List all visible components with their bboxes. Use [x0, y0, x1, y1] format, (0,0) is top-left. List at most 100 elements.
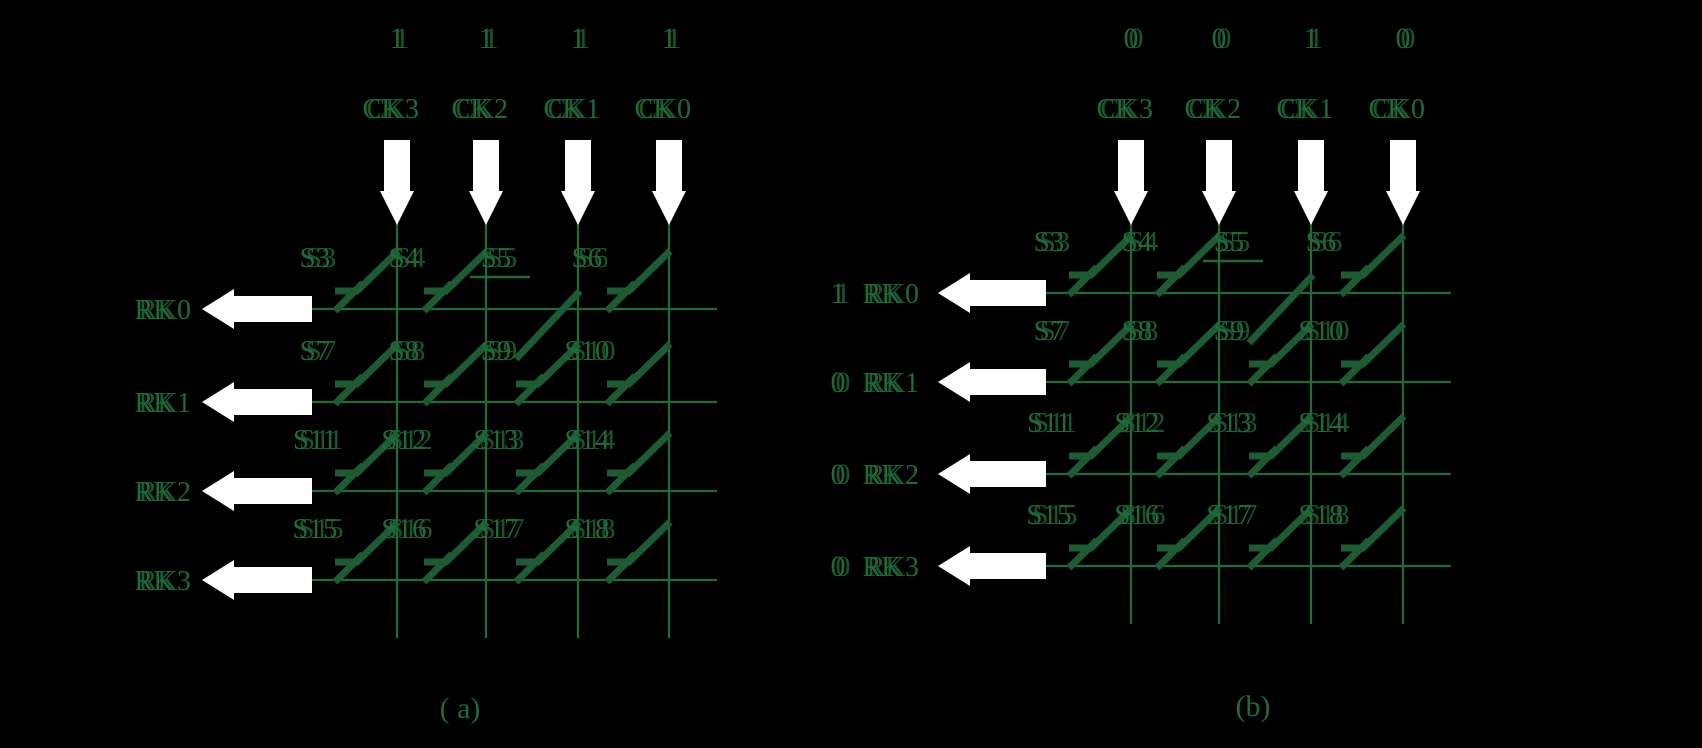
- switch-pole-a-S15[interactable]: [332, 551, 366, 585]
- column-value-a-1-b: 1: [484, 22, 499, 55]
- row-label-a-2-glyph-b: RK: [139, 477, 178, 508]
- switch-label-ghost-b-S5: S5: [1220, 226, 1251, 258]
- switch-pole-b-S11[interactable]: [1066, 445, 1100, 479]
- switch-label-ghost-a-S16: S16: [387, 513, 432, 545]
- switch-pole-a-S10[interactable]: [604, 373, 638, 407]
- switch-a-S13[interactable]: S13S13: [473, 424, 582, 496]
- switch-b-S14[interactable]: S14S14: [1298, 407, 1407, 479]
- row-label-b-2: RKRK 2: [863, 460, 919, 491]
- row-label-a-1: RKRK 1: [135, 388, 191, 419]
- switch-pole-b-S16[interactable]: [1154, 537, 1188, 571]
- column-value-b-0: 00: [1124, 22, 1144, 55]
- switch-label-ghost-b-S6: S6: [1312, 226, 1343, 258]
- switch-label-ghost-b-S13: S13: [1212, 407, 1257, 439]
- column-label-b-2-glyph-b: CK: [1281, 94, 1320, 125]
- crossbar-diagram: 11CKCK 311CKCK 211CKCK 111CKCK 0RKRK 0RKRK 1RK…: [135, 22, 1451, 725]
- switch-label-ghost-b-S8: S8: [1128, 315, 1159, 347]
- switch-pole-a-S18[interactable]: [604, 551, 638, 585]
- switch-pole-a-S9[interactable]: [513, 373, 547, 407]
- switch-pole-b-S12[interactable]: [1154, 445, 1188, 479]
- switch-b-S10[interactable]: S10S10: [1298, 315, 1407, 387]
- switch-a-S8[interactable]: S8S8: [389, 335, 490, 407]
- switch-label-ghost-a-S8: S8: [395, 335, 426, 367]
- switch-a-S14[interactable]: S14S14: [564, 424, 673, 496]
- switch-label-ghost-a-S10: S10: [570, 335, 615, 367]
- switch-pole-a-S3[interactable]: [332, 280, 366, 314]
- switch-pole-b-S7[interactable]: [1066, 353, 1100, 387]
- switch-pole-b-S4[interactable]: [1154, 264, 1188, 298]
- switch-label-ghost-b-S12: S12: [1120, 407, 1165, 439]
- row-label-a-0-glyph-b: RK: [139, 295, 178, 326]
- switch-a-S18[interactable]: S18S18: [564, 513, 673, 585]
- switch-b-S7[interactable]: S7S7: [1034, 315, 1135, 387]
- column-value-a-3: 11: [662, 22, 682, 55]
- column-label-a-3-glyph-b: CK: [639, 94, 678, 125]
- switch-label-ghost-a-S12: S12: [387, 424, 432, 456]
- switch-label-ghost-b-S10: S10: [1304, 315, 1349, 347]
- switch-b-S6[interactable]: S6S6: [1306, 226, 1407, 298]
- switch-pole-b-S13[interactable]: [1246, 445, 1280, 479]
- switch-pole-a-S12[interactable]: [421, 462, 455, 496]
- switch-pole-b-S15[interactable]: [1066, 537, 1100, 571]
- column-input-arrow-a-3: [652, 140, 686, 225]
- switch-pole-a-S8[interactable]: [421, 373, 455, 407]
- figure-canvas: 1 1 CK CK 3 1 1 CK CK 2 1 1 CK CK 1 1 1 CK CK 0 RK RK 0 RK RK 1 RK…: [0, 0, 1702, 748]
- column-value-b-2: 11: [1304, 22, 1324, 55]
- column-label-b-3: CKCK 0: [1369, 94, 1425, 125]
- switch-pole-a-S6[interactable]: [604, 280, 638, 314]
- switch-pole-b-S14[interactable]: [1338, 445, 1372, 479]
- switch-a-S6[interactable]: S6S6: [572, 242, 673, 314]
- switch-pole-a-S7[interactable]: [332, 373, 366, 407]
- switch-pole-b-S9[interactable]: [1246, 353, 1280, 387]
- column-input-arrow-b-3: [1386, 140, 1420, 225]
- column-input-arrow-a-1: [469, 140, 503, 225]
- switch-a-S3[interactable]: S3S3: [300, 242, 401, 314]
- switch-pole-b-S8[interactable]: [1154, 353, 1188, 387]
- switch-b-S17[interactable]: S17S17: [1206, 499, 1315, 571]
- switch-label-ghost-a-S4: S4: [395, 242, 426, 274]
- column-value-b-2-b: 1: [1309, 22, 1324, 55]
- switch-label-ghost-b-S16: S16: [1120, 499, 1165, 531]
- row-label-b-0-glyph-b: RK: [867, 279, 906, 310]
- switch-a-S10[interactable]: S10S10: [564, 335, 673, 407]
- switch-pole-a-S17[interactable]: [513, 551, 547, 585]
- switch-pole-a-S16[interactable]: [421, 551, 455, 585]
- column-value-b-0-b: 0: [1129, 22, 1144, 55]
- switch-label-ghost-a-S17: S17: [479, 513, 524, 545]
- switch-b-S13[interactable]: S13S13: [1206, 407, 1315, 479]
- column-label-b-0-glyph-b: CK: [1101, 94, 1140, 125]
- row-label-b-3-index: 3: [905, 552, 919, 583]
- column-label-b-0: CKCK 3: [1097, 94, 1153, 125]
- switch-pole-b-S10[interactable]: [1338, 353, 1372, 387]
- switch-a-S7[interactable]: S7S7: [300, 335, 401, 407]
- switch-label-ghost-a-S14: S14: [570, 424, 616, 456]
- switch-pole-b-S18[interactable]: [1338, 537, 1372, 571]
- switch-pole-a-S11[interactable]: [332, 462, 366, 496]
- column-value-a-3-b: 1: [667, 22, 682, 55]
- row-output-arrow-b-2: [938, 454, 1046, 494]
- panel-caption-b: (b): [1236, 690, 1271, 723]
- column-label-a-2-index: 1: [586, 94, 600, 125]
- switch-pole-a-S4[interactable]: [421, 280, 455, 314]
- switch-b-S18[interactable]: S18S18: [1298, 499, 1407, 571]
- switch-a-S17[interactable]: S17S17: [473, 513, 582, 585]
- switch-pole-b-S17[interactable]: [1246, 537, 1280, 571]
- column-label-b-0-index: 3: [1139, 94, 1153, 125]
- row-label-a-3-index: 3: [177, 566, 191, 597]
- column-input-arrow-b-2: [1294, 140, 1328, 225]
- switch-pole-a-S13[interactable]: [513, 462, 547, 496]
- switch-label-ghost-b-S17: S17: [1212, 499, 1257, 531]
- switch-b-S3[interactable]: S3S3: [1034, 226, 1135, 298]
- column-value-a-1: 11: [479, 22, 499, 55]
- switch-pole-a-S14[interactable]: [604, 462, 638, 496]
- switch-pole-b-S6[interactable]: [1338, 264, 1372, 298]
- switch-b-S8[interactable]: S8S8: [1122, 315, 1223, 387]
- column-value-b-3: 00: [1396, 22, 1416, 55]
- switch-label-ghost-a-S6: S6: [578, 242, 609, 274]
- row-output-arrow-a-3: [202, 560, 312, 600]
- row-label-b-0-index: 0: [905, 279, 919, 310]
- switch-label-ghost-b-S11: S11: [1033, 407, 1077, 439]
- column-value-b-1-b: 0: [1217, 22, 1232, 55]
- switch-pole-b-S3[interactable]: [1066, 264, 1100, 298]
- row-output-arrow-a-0: [202, 289, 312, 329]
